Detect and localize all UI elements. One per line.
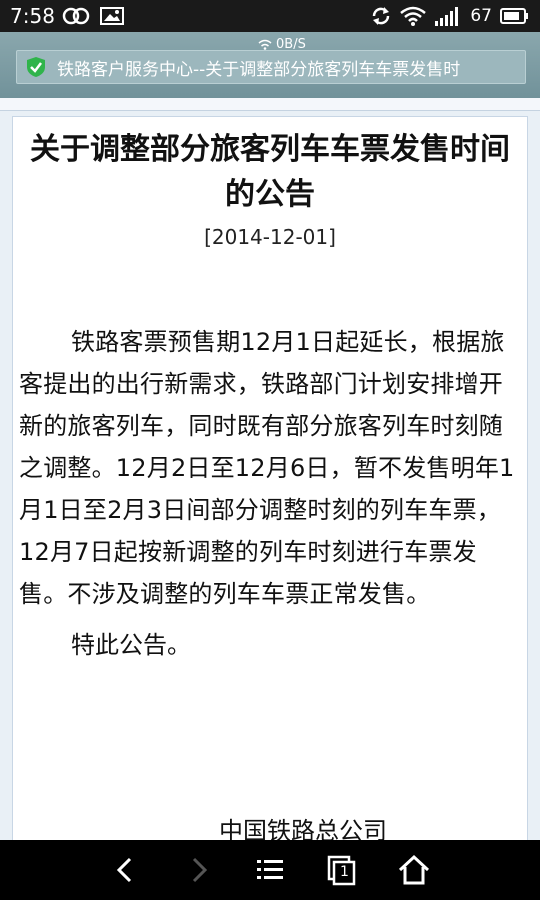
- battery-icon: [500, 8, 528, 24]
- back-icon[interactable]: [110, 854, 142, 886]
- article-body: 铁路客票预售期12月1日起延长，根据旅客提出的出行新需求，铁路部门计划安排增开新…: [19, 328, 515, 608]
- secure-shield-icon: [27, 57, 45, 77]
- home-icon[interactable]: [398, 854, 430, 886]
- link-icon: [62, 7, 90, 25]
- menu-icon[interactable]: [254, 854, 286, 886]
- wifi-icon: [400, 6, 427, 26]
- tab-count: 1: [340, 864, 349, 880]
- wifi-small-icon: [258, 39, 272, 50]
- article-closing: 特此公告。: [71, 631, 191, 659]
- image-icon: [100, 7, 124, 25]
- browser-nav-bar: 1: [0, 840, 540, 900]
- page-top-strip: [0, 98, 540, 111]
- url-bar[interactable]: 铁路客户服务中心--关于调整部分旅客列车车票发售时: [16, 50, 526, 84]
- article-panel: 关于调整部分旅客列车车票发售时间的公告 [2014-12-01] 铁路客票预售期…: [12, 116, 528, 846]
- forward-icon[interactable]: [182, 854, 214, 886]
- browser-toolbar: 0B/S 铁路客户服务中心--关于调整部分旅客列车车票发售时: [0, 32, 540, 98]
- tabs-button[interactable]: 1: [326, 854, 358, 886]
- url-text: 铁路客户服务中心--关于调整部分旅客列车车票发售时: [57, 59, 461, 80]
- signal-icon: [435, 7, 459, 26]
- sync-icon: [373, 7, 390, 25]
- clock: 7:58: [10, 4, 55, 28]
- status-bar: 7:58 67: [0, 0, 540, 32]
- article-title: 关于调整部分旅客列车车票发售时间的公告: [30, 132, 510, 212]
- battery-level: 67: [470, 6, 492, 26]
- article-date: [2014-12-01]: [204, 225, 336, 249]
